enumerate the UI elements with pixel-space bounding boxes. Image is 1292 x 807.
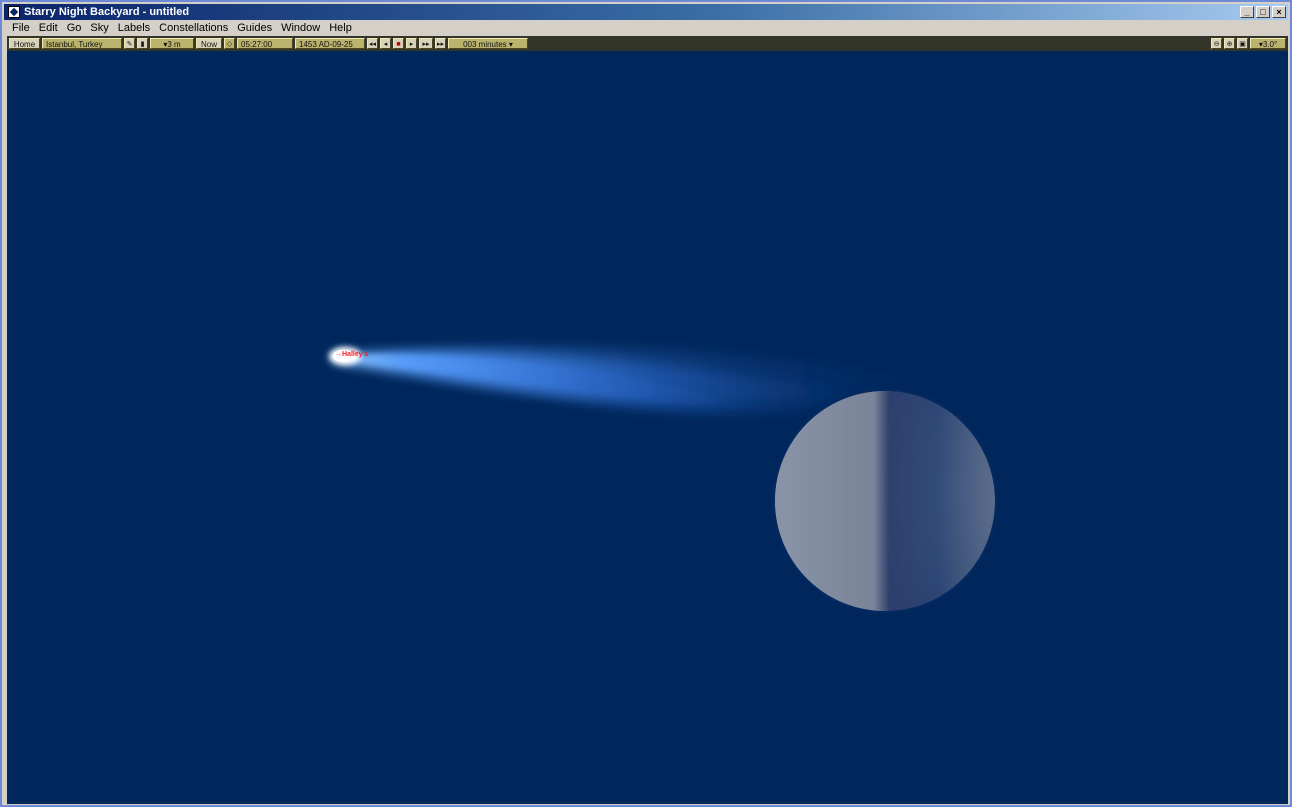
zoom-fit-icon[interactable]: ▣ [1237,38,1248,49]
pencil-icon[interactable]: ✎ [124,38,135,49]
menu-bar: File Edit Go Sky Labels Constellations G… [4,20,1288,36]
fast-forward-icon[interactable]: ▸▸ [419,38,433,49]
menu-constellations[interactable]: Constellations [155,20,233,36]
menu-labels[interactable]: Labels [114,20,155,36]
app-logo-icon [8,6,20,18]
zoom-out-icon[interactable]: ⊖ [1211,38,1222,49]
home-button[interactable]: Home [9,38,40,49]
close-button[interactable]: × [1272,6,1286,18]
clock-icon[interactable]: ◇ [224,38,235,49]
menu-file[interactable]: File [8,20,35,36]
location-field[interactable]: Istanbul, Turkey [42,38,122,49]
time-step-select[interactable]: 003 minutes ▾ [448,38,528,49]
time-step-value: 003 minutes [463,40,507,49]
arrow-right-icon: → [335,351,342,358]
sky-view[interactable]: →Halley's [7,51,1288,804]
zoom-in-icon[interactable]: ⊕ [1224,38,1235,49]
moon[interactable] [773,389,997,613]
time-field[interactable]: 05:27:00 [237,38,293,49]
elevation-field[interactable]: ▾3 m [150,38,194,49]
control-toolbar: Home Istanbul, Turkey ✎ ▮ ▾3 m Now ◇ 05:… [7,36,1288,51]
comet-label[interactable]: →Halley's [335,351,368,358]
play-icon[interactable]: ▸ [406,38,417,49]
window-title: Starry Night Backyard - untitled [24,6,190,18]
comet-label-text: Halley's [342,351,369,358]
app-window: Starry Night Backyard - untitled _ □ × F… [0,0,1292,807]
menu-edit[interactable]: Edit [35,20,63,36]
chevron-down-icon: ▾ [508,40,513,49]
maximize-button[interactable]: □ [1256,6,1270,18]
step-back-icon[interactable]: ◂◂ [367,38,378,49]
menu-guides[interactable]: Guides [233,20,277,36]
menu-go[interactable]: Go [63,20,87,36]
zoom-field[interactable]: ▾3.0° [1250,38,1286,49]
stop-icon[interactable]: ■ [393,38,404,49]
menu-help[interactable]: Help [325,20,357,36]
moon-shadow [775,391,995,611]
window-controls: _ □ × [1240,6,1286,18]
title-bar[interactable]: Starry Night Backyard - untitled _ □ × [4,4,1288,20]
minimize-button[interactable]: _ [1240,6,1254,18]
lock-icon[interactable]: ▮ [137,38,148,49]
reverse-play-icon[interactable]: ◂ [380,38,391,49]
sky-canvas [329,346,997,613]
menu-window[interactable]: Window [277,20,325,36]
step-forward-icon[interactable]: ▸▸ [435,38,446,49]
menu-sky[interactable]: Sky [86,20,113,36]
date-field[interactable]: 1453 AD-09-25 [295,38,365,49]
now-button[interactable]: Now [196,38,222,49]
